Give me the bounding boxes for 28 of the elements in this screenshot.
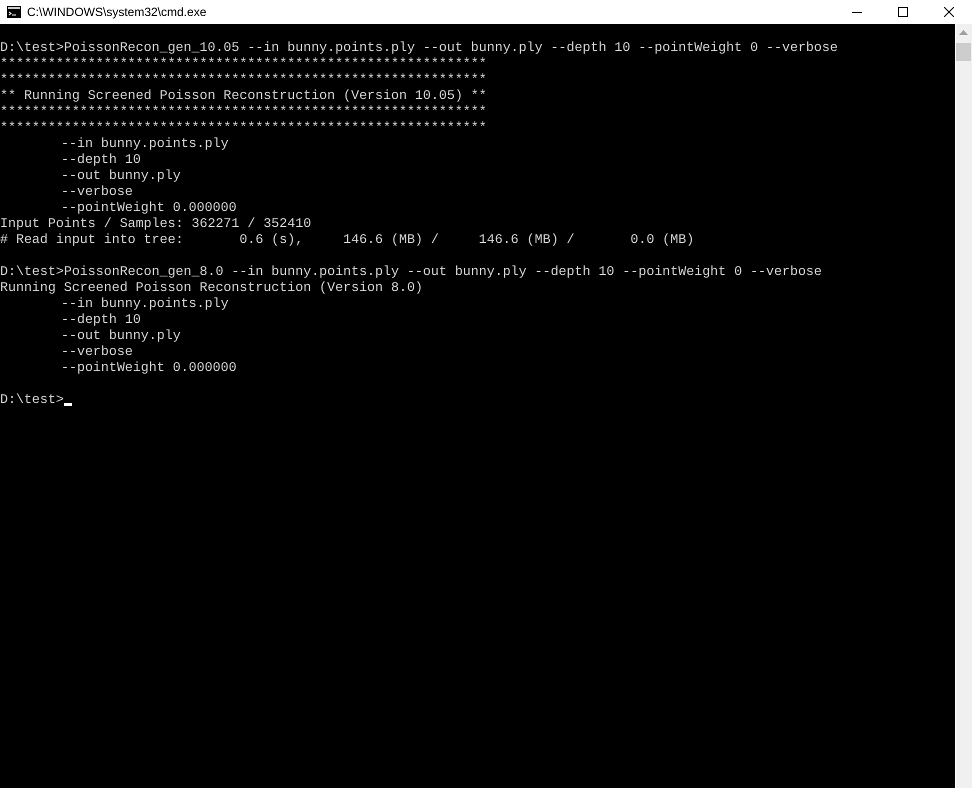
scrollbar-thumb[interactable] <box>956 43 971 61</box>
option-line: --out bunny.ply <box>61 328 181 343</box>
option-line: --in bunny.points.ply <box>61 136 229 151</box>
option-line: --verbose <box>61 344 133 359</box>
option-line: --depth 10 <box>61 152 141 167</box>
window-title: C:\WINDOWS\system32\cmd.exe <box>27 4 206 21</box>
console-output: ** Running Screened Poisson Reconstruction (Version 10.05) ** <box>0 88 487 103</box>
option-line: --pointWeight 0.000000 <box>61 200 237 215</box>
console-output: ************************************************************* <box>0 72 487 87</box>
maximize-icon <box>898 7 908 17</box>
option-line: --depth 10 <box>61 312 141 327</box>
prompt: D:\test> <box>0 392 64 408</box>
console-output: ************************************************************* <box>0 56 487 71</box>
console-output: ************************************************************* <box>0 104 487 119</box>
scrollbar[interactable] <box>955 24 972 788</box>
console-output: ************************************************************* <box>0 120 487 135</box>
console-output: Running Screened Poisson Reconstruction (Version 8.0) <box>0 280 423 295</box>
command-line: D:\test>PoissonRecon_gen_10.05 --in bunny.points.ply --out bunny.ply --depth 10 --pointWeight 0 --verbose <box>0 40 838 55</box>
console-output: Input Points / Samples: 362271 / 352410 <box>0 216 312 231</box>
option-line: --verbose <box>61 184 133 199</box>
close-icon <box>944 7 954 17</box>
command-line: D:\test>PoissonRecon_gen_8.0 --in bunny.points.ply --out bunny.ply --depth 10 --pointWeight 0 --verbose <box>0 264 822 279</box>
option-line: --pointWeight 0.000000 <box>61 360 237 375</box>
console-output: # Read input into tree: 0.6 (s), 146.6 (MB) / 146.6 (MB) / 0.0 (MB) <box>0 232 694 247</box>
console-icon <box>7 6 21 18</box>
scroll-up-icon[interactable] <box>959 30 968 35</box>
option-line: --in bunny.points.ply <box>61 296 229 311</box>
option-line: --out bunny.ply <box>61 168 181 183</box>
